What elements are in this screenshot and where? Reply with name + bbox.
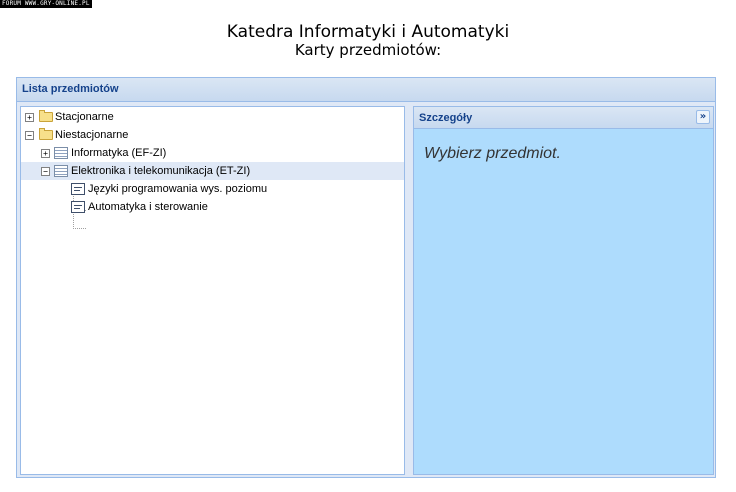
- list-icon: [54, 165, 68, 177]
- page-subtitle: Karty przedmiotów:: [294, 41, 442, 59]
- list-icon: [54, 147, 68, 159]
- subject-card-icon: [71, 201, 85, 213]
- details-panel-header: Szczegóły »: [414, 107, 713, 129]
- tree-node-label: Automatyka i sterowanie: [88, 201, 208, 213]
- details-placeholder-message: Wybierz przedmiot.: [424, 145, 561, 162]
- tree-node-label: Języki programowania wys. poziomu: [88, 183, 268, 195]
- tree-node-jezyki-programowania[interactable]: Języki programowania wys. poziomu: [21, 180, 404, 198]
- tree-node-elektronika[interactable]: − Elektronika i telekomunikacja (ET-ZI): [21, 162, 404, 180]
- folder-open-icon: [39, 128, 53, 140]
- expand-icon[interactable]: +: [41, 149, 50, 158]
- expand-icon[interactable]: +: [25, 113, 34, 122]
- page-title: Katedra Informatyki i Automatyki: [226, 22, 510, 42]
- tree-node-label: Stacjonarne: [55, 111, 114, 123]
- collapse-icon[interactable]: −: [41, 167, 50, 176]
- tree-node-stacjonarne[interactable]: + Stacjonarne: [21, 108, 404, 126]
- subjects-tree: + Stacjonarne − Niestacjonarne + Informa…: [20, 106, 405, 475]
- subject-card-icon: [71, 183, 85, 195]
- subjects-panel-header: Lista przedmiotów: [17, 78, 715, 102]
- tree-node-label: Elektronika i telekomunikacja (ET-ZI): [71, 165, 251, 177]
- details-title: Szczegóły: [419, 112, 473, 124]
- collapse-icon[interactable]: −: [25, 131, 34, 140]
- details-panel: Szczegóły » Wybierz przedmiot.: [413, 106, 714, 475]
- watermark: FORUM WWW.GRY-ONLINE.PL: [0, 0, 92, 8]
- tree-node-label: Niestacjonarne: [55, 129, 129, 141]
- tree-node-niestacjonarne[interactable]: − Niestacjonarne: [21, 126, 404, 144]
- tree-node-informatyka[interactable]: + Informatyka (EF-ZI): [21, 144, 404, 162]
- tree-node-automatyka-i-sterowanie[interactable]: Automatyka i sterowanie: [21, 198, 404, 216]
- collapse-panel-button[interactable]: »: [696, 110, 710, 124]
- tree-node-label: Informatyka (EF-ZI): [71, 147, 167, 159]
- folder-icon: [39, 110, 53, 122]
- subjects-panel: Lista przedmiotów + Stacjonarne − Niesta…: [16, 77, 716, 478]
